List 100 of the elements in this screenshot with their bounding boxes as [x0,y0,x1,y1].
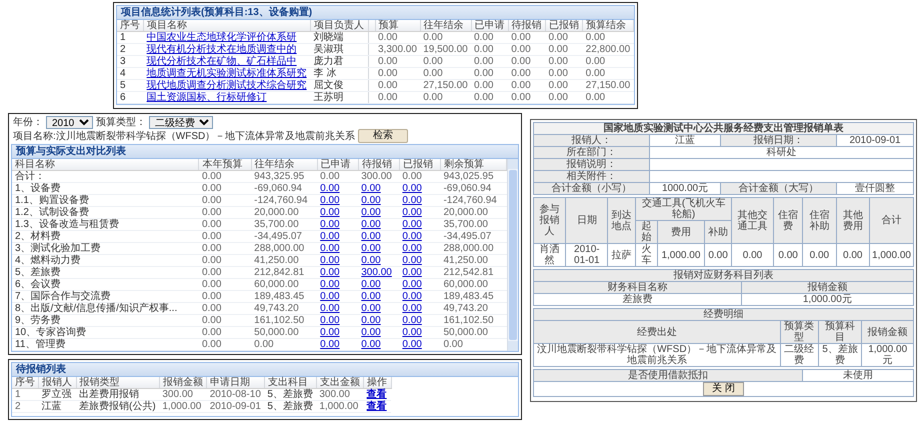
form-label: 是否使用借款抵扣 [534,370,803,382]
year-select[interactable]: 2010 [46,116,93,129]
table-cell: 0.00 [731,244,774,266]
table-cell: 1.3、设备改造与租赁费 [12,218,199,230]
column-header: 预算 [375,20,420,32]
amount-link[interactable]: 0.00 [361,327,381,338]
table-cell: 0.00 [545,92,583,104]
table-cell: 0.00 [198,290,252,302]
amount-link[interactable]: 0.00 [361,195,381,206]
amount-link[interactable]: 0.00 [402,219,422,230]
table-cell: 0.00 [471,80,508,92]
amount-link[interactable]: 0.00 [402,207,422,218]
table-cell: 5、差旅费 [12,266,199,278]
amount-link[interactable]: 0.00 [361,315,381,326]
amount-link[interactable]: 0.00 [402,243,422,254]
table-cell: 1,000.00元 [741,294,914,306]
table-cell: 吴淑琪 [310,44,368,56]
form-value: 未使用 [802,370,914,382]
column-header: 费用 [657,220,705,244]
view-link[interactable]: 查看 [366,401,387,412]
table-cell: 0.00 [508,68,546,80]
table-cell: 0.00 [774,244,803,266]
table-cell: 50,000.00 [440,326,506,338]
table-cell: 10、专家咨询费 [12,326,199,338]
amount-link[interactable]: 0.00 [402,279,422,290]
column-header: 报销人 [38,377,76,388]
table-cell: 0.00 [198,230,252,242]
amount-link[interactable]: 0.00 [320,315,340,326]
project-link[interactable]: 现代地质调查分析测试技术综合研究 [146,80,307,91]
amount-link[interactable]: 0.00 [402,267,422,278]
view-link[interactable]: 查看 [366,389,387,400]
column-header: 合计 [869,198,914,244]
amount-link[interactable]: 0.00 [402,303,422,314]
amount-link[interactable]: 0.00 [320,195,340,206]
table-cell: 3、测试化验加工费 [12,242,199,254]
amount-link[interactable]: 0.00 [402,327,422,338]
amount-link[interactable]: 0.00 [402,231,422,242]
table-cell: 0.00 [198,242,252,254]
table-cell: 0.00 [508,80,546,92]
amount-link[interactable]: 0.00 [320,183,340,194]
amount-link[interactable]: 0.00 [320,231,340,242]
amount-link[interactable]: 300.00 [361,267,392,278]
column-header: 支出金额 [316,377,364,388]
table-cell: 0.00 [198,206,252,218]
amount-link[interactable]: 0.00 [320,291,340,302]
amount-link[interactable]: 0.00 [320,303,340,314]
project-link[interactable]: 地质调查无机实验测试标准体系研究 [146,68,307,79]
amount-link[interactable]: 0.00 [320,219,340,230]
table-cell: 1,000.00 [316,400,364,412]
amount-link[interactable]: 0.00 [361,339,381,350]
table-cell: 41,250.00 [251,254,318,266]
amount-link[interactable]: 0.00 [320,255,340,266]
amount-link[interactable]: 0.00 [361,291,381,302]
table-cell: 3,300.00 [375,44,420,56]
table-cell: 0.00 [508,92,546,104]
amount-link[interactable]: 0.00 [402,291,422,302]
amount-link[interactable]: 0.00 [402,183,422,194]
project-link[interactable]: 国土资源国标、行标研修订 [146,92,267,103]
table-cell: 0.00 [375,92,420,104]
column-header: 预算类型 [780,320,818,344]
project-link[interactable]: 现代分析技术在矿物、矿石样品中 [146,56,297,67]
amount-link[interactable]: 0.00 [320,279,340,290]
amount-link[interactable]: 0.00 [320,327,340,338]
table-cell: 0.00 [440,338,506,350]
amount-link[interactable]: 0.00 [320,339,340,350]
table-cell: 189,483.45 [440,290,506,302]
project-link[interactable]: 现代有机分析技术在地质调查中的 [146,44,297,55]
column-header: 已报销 [399,159,440,170]
amount-link[interactable]: 0.00 [361,231,381,242]
budget-type-select[interactable]: 二级经费 [149,116,213,129]
amount-link[interactable]: 0.00 [361,255,381,266]
column-header: 项目名称 [144,20,311,32]
form-value: 科研处 [650,146,914,158]
amount-link[interactable]: 0.00 [402,255,422,266]
column-header: 往年结余 [251,159,318,170]
amount-link[interactable]: 0.00 [320,207,340,218]
amount-link[interactable]: 0.00 [361,219,381,230]
amount-link[interactable]: 0.00 [361,207,381,218]
form-label: 合计金额（小写） [534,182,650,194]
scrollbar[interactable] [507,159,518,351]
amount-link[interactable]: 0.00 [361,183,381,194]
table-cell: 27,150.00 [420,80,471,92]
table-cell: 50,000.00 [251,326,318,338]
table-cell: 1,000.00 [869,244,914,266]
table-cell: 0.00 [198,314,252,326]
amount-link[interactable]: 0.00 [361,303,381,314]
close-button[interactable]: 关 闭 [703,382,744,396]
amount-link[interactable]: 0.00 [320,243,340,254]
amount-link[interactable]: 0.00 [402,339,422,350]
search-button[interactable]: 检索 [358,129,408,143]
table-cell: 5、差旅费 [264,400,316,412]
amount-link[interactable]: 0.00 [361,243,381,254]
amount-link[interactable]: 0.00 [402,195,422,206]
column-header: 支出科目 [264,377,316,388]
table-cell: 1,000.00 [657,244,705,266]
amount-link[interactable]: 0.00 [361,279,381,290]
project-link[interactable]: 中国农业生态地球化学评价体系研 [146,32,297,43]
table-cell: 差旅费 [534,294,742,306]
amount-link[interactable]: 0.00 [320,267,340,278]
amount-link[interactable]: 0.00 [402,315,422,326]
